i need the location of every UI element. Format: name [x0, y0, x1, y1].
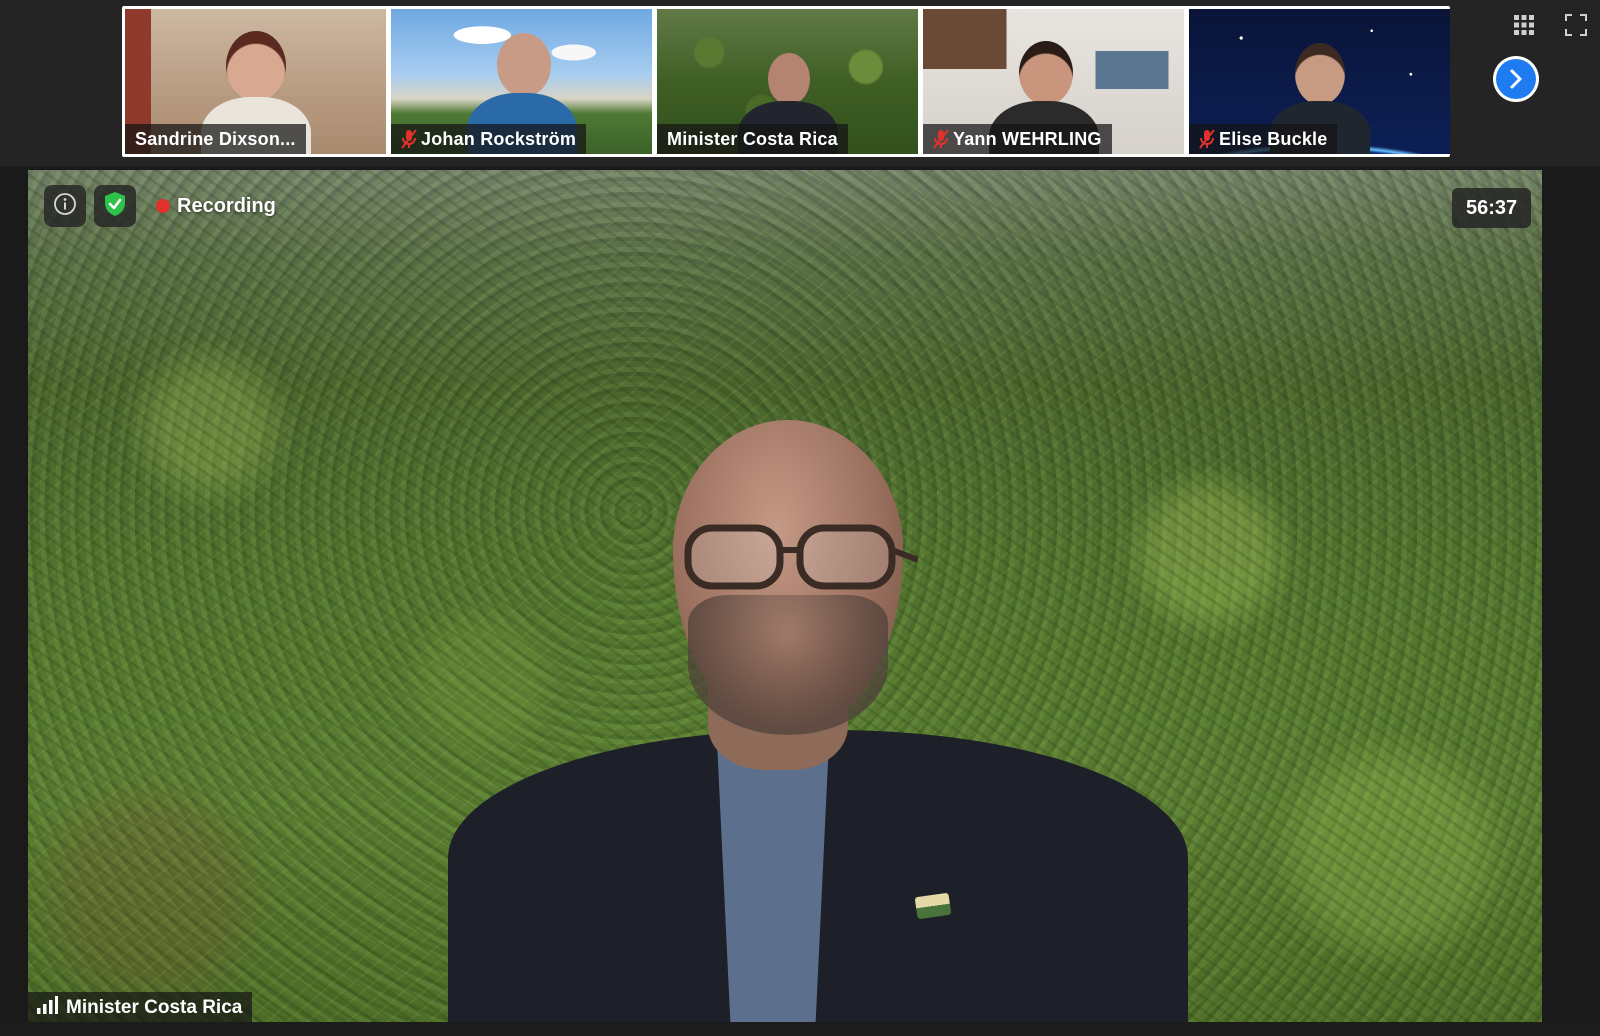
participant-name-tag: Johan Rockström — [391, 124, 587, 154]
meeting-window: Sandrine Dixson... Johan Rockström Minis… — [0, 0, 1600, 1036]
recording-dot-icon — [156, 199, 170, 213]
meeting-timer: 56:37 — [1452, 188, 1532, 228]
participant-name-tag: Elise Buckle — [1189, 124, 1338, 154]
participant-name: Yann WEHRLING — [953, 128, 1102, 149]
active-speaker-name: Minister Costa Rica — [66, 997, 243, 1018]
participant-tile-johan[interactable]: Johan Rockström — [391, 9, 652, 154]
muted-mic-icon — [1199, 129, 1215, 149]
gallery-strip: Sandrine Dixson... Johan Rockström Minis… — [0, 0, 1600, 166]
shield-check-icon — [103, 191, 127, 222]
muted-mic-icon — [401, 129, 417, 149]
next-page-button[interactable] — [1493, 56, 1539, 102]
speaker-figure — [388, 420, 1248, 1022]
participant-name: Minister Costa Rica — [667, 128, 838, 149]
meeting-info-button[interactable] — [44, 185, 86, 227]
participant-tile-elise[interactable]: Elise Buckle — [1189, 9, 1450, 154]
participant-tile-sandrine[interactable]: Sandrine Dixson... — [125, 9, 386, 154]
participant-name: Elise Buckle — [1219, 128, 1328, 149]
signal-bars-icon — [36, 996, 58, 1020]
chevron-right-icon — [1496, 59, 1536, 99]
info-icon — [53, 192, 77, 221]
participant-name-tag: Sandrine Dixson... — [125, 124, 306, 154]
participant-name-tag: Yann WEHRLING — [923, 124, 1112, 154]
active-speaker-name-tag: Minister Costa Rica — [28, 992, 253, 1024]
grid-view-icon — [1513, 14, 1535, 41]
muted-mic-icon — [933, 129, 949, 149]
security-button[interactable] — [94, 185, 136, 227]
recording-label: Recording — [177, 194, 276, 217]
meeting-status-bar: Recording — [44, 185, 276, 227]
participant-tile-minister[interactable]: Minister Costa Rica — [657, 9, 918, 154]
fullscreen-icon — [1565, 13, 1587, 41]
participant-name: Johan Rockström — [421, 128, 577, 149]
participant-name-tag: Minister Costa Rica — [657, 124, 848, 154]
meeting-toolbar-edge — [0, 1022, 1600, 1036]
fullscreen-button[interactable] — [1561, 12, 1591, 42]
active-speaker-video — [28, 170, 1542, 1022]
participant-tile-yann[interactable]: Yann WEHRLING — [923, 9, 1184, 154]
grid-view-button[interactable] — [1509, 12, 1539, 42]
lapel-pin — [914, 892, 952, 920]
participant-thumbnails: Sandrine Dixson... Johan Rockström Minis… — [122, 6, 1450, 157]
participant-name: Sandrine Dixson... — [135, 128, 296, 149]
recording-indicator[interactable]: Recording — [156, 195, 276, 218]
